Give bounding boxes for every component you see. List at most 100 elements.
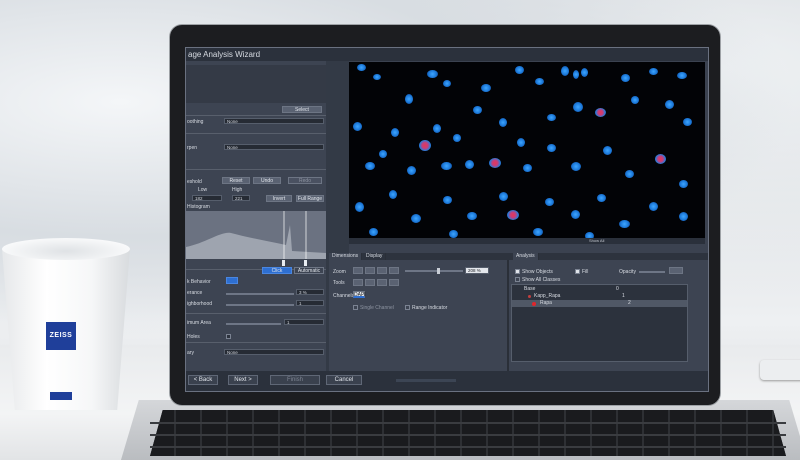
cell-nucleus bbox=[683, 118, 692, 126]
divider bbox=[186, 169, 326, 170]
cell-nucleus bbox=[679, 180, 688, 188]
wizard-left-panel: Select oothing None rpen None eshold Res… bbox=[186, 61, 326, 371]
window-title: age Analysis Wizard bbox=[186, 48, 708, 61]
cell-nucleus bbox=[571, 162, 581, 171]
single-channel-checkbox[interactable] bbox=[353, 305, 358, 310]
divider bbox=[186, 342, 326, 343]
neighborhood-slider[interactable] bbox=[226, 304, 294, 306]
range-indicator-checkbox[interactable] bbox=[405, 305, 410, 310]
zoom-fit-icon[interactable] bbox=[365, 267, 375, 274]
histogram-low-handle[interactable] bbox=[282, 260, 285, 266]
cell-nucleus bbox=[465, 160, 474, 169]
cell-nucleus bbox=[619, 220, 630, 228]
zeiss-logo: ZEISS bbox=[46, 322, 76, 350]
zoom-label: Zoom bbox=[333, 269, 346, 275]
divider bbox=[186, 133, 326, 134]
class-name: Base bbox=[524, 286, 536, 292]
cell-nucleus bbox=[389, 190, 397, 199]
image-scrollbar[interactable]: Show All bbox=[349, 238, 705, 244]
zoom-out-icon[interactable] bbox=[353, 267, 363, 274]
selected-nucleus bbox=[507, 210, 519, 220]
threshold-label: eshold bbox=[187, 179, 202, 185]
cell-nucleus bbox=[561, 66, 569, 76]
keyboard-row-gap bbox=[150, 434, 786, 436]
channels-label: Channels bbox=[333, 293, 355, 299]
hand-tool-icon[interactable] bbox=[365, 279, 375, 286]
tolerance-slider[interactable] bbox=[226, 293, 294, 295]
cell-nucleus bbox=[481, 84, 491, 92]
undo-button[interactable]: Undo bbox=[253, 177, 281, 184]
cell-nucleus bbox=[433, 124, 441, 133]
view-tabs: Dimensions Display Analysis bbox=[329, 253, 708, 260]
tab-analysis[interactable]: Analysis bbox=[513, 253, 539, 260]
neighborhood-field[interactable]: 1 bbox=[296, 300, 324, 306]
selected-nucleus bbox=[595, 108, 606, 117]
zeiss-logo-bottom bbox=[50, 392, 72, 400]
zoom-tool-icon[interactable] bbox=[389, 267, 399, 274]
selected-nucleus bbox=[419, 140, 431, 151]
class-row[interactable]: Base 0 bbox=[512, 286, 687, 293]
min-area-slider[interactable] bbox=[226, 323, 281, 325]
neighborhood-label: ighborhood bbox=[187, 301, 213, 307]
next-button[interactable]: Next > bbox=[228, 375, 258, 385]
cell-nucleus bbox=[427, 70, 438, 78]
full-range-button[interactable]: Full Range bbox=[296, 195, 324, 202]
redo-button[interactable]: Redo bbox=[288, 177, 322, 184]
histogram-high-handle[interactable] bbox=[304, 260, 307, 266]
class-row[interactable]: Kapp_Rapa 1 bbox=[512, 293, 687, 300]
crop-tool-icon[interactable] bbox=[377, 279, 387, 286]
cup-rim bbox=[2, 238, 130, 260]
cell-nucleus bbox=[535, 78, 544, 85]
cell-nucleus bbox=[533, 228, 543, 236]
cell-nucleus bbox=[631, 96, 639, 104]
divider bbox=[186, 115, 326, 116]
pointer-tool-icon[interactable] bbox=[353, 279, 363, 286]
zoom-slider-thumb[interactable] bbox=[437, 268, 440, 274]
holes-checkbox[interactable] bbox=[226, 334, 231, 339]
low-value-field[interactable]: 182 bbox=[192, 195, 222, 201]
zoom-field[interactable]: 208 % bbox=[465, 267, 489, 274]
invert-button[interactable]: Invert bbox=[266, 195, 292, 202]
class-tree[interactable]: Base 0 Kapp_Rapa 1 Rapa 2 bbox=[511, 284, 688, 362]
click-tool-icon[interactable] bbox=[226, 277, 238, 284]
tools-label: Tools bbox=[333, 280, 345, 286]
binary-dropdown[interactable]: None bbox=[224, 349, 324, 355]
smoothing-dropdown[interactable]: None bbox=[224, 118, 324, 124]
cell-nucleus bbox=[625, 170, 634, 178]
show-all-classes-checkbox[interactable] bbox=[515, 277, 520, 282]
show-all-classes-label: Show All Classes bbox=[522, 277, 561, 283]
keyboard bbox=[150, 410, 786, 456]
sharpen-dropdown[interactable]: None bbox=[224, 144, 324, 150]
back-button[interactable]: < Back bbox=[188, 375, 218, 385]
tab-display[interactable]: Display bbox=[363, 253, 387, 260]
high-value-field[interactable]: 221 bbox=[232, 195, 250, 201]
select-button[interactable]: Select bbox=[282, 106, 322, 113]
channel-dapi-button[interactable]: DAPI bbox=[353, 291, 366, 298]
class-row-selected[interactable]: Rapa 2 bbox=[512, 300, 687, 307]
view-options-panel: Dimensions Display Analysis Zoom 208 % T… bbox=[329, 253, 708, 371]
reset-button[interactable]: Reset bbox=[222, 177, 250, 184]
finish-button[interactable]: Finish bbox=[270, 375, 320, 385]
opacity-field[interactable] bbox=[669, 267, 683, 274]
microscopy-image-view[interactable]: Show All bbox=[349, 62, 705, 244]
opacity-slider[interactable] bbox=[639, 271, 665, 273]
zoom-slider[interactable] bbox=[405, 270, 463, 272]
cell-nucleus bbox=[679, 212, 688, 221]
show-objects-checkbox[interactable] bbox=[515, 269, 520, 274]
draw-tool-icon[interactable] bbox=[389, 279, 399, 286]
click-mode-button[interactable]: Click bbox=[262, 267, 292, 274]
cell-nucleus bbox=[571, 210, 580, 219]
automatic-mode-button[interactable]: Automatic bbox=[294, 267, 324, 274]
divider bbox=[186, 313, 326, 314]
phone bbox=[760, 360, 800, 380]
cell-nucleus bbox=[499, 118, 507, 127]
cancel-button[interactable]: Cancel bbox=[326, 375, 362, 385]
show-all-label[interactable]: Show All bbox=[589, 238, 604, 243]
min-area-field[interactable]: 1 bbox=[284, 319, 324, 325]
cell-nucleus bbox=[573, 102, 583, 112]
class-count: 2 bbox=[628, 300, 631, 306]
zoom-in-icon[interactable] bbox=[377, 267, 387, 274]
tolerance-field[interactable]: 3 % bbox=[296, 289, 324, 295]
fill-checkbox[interactable] bbox=[575, 269, 580, 274]
tab-dimensions[interactable]: Dimensions bbox=[329, 253, 363, 260]
